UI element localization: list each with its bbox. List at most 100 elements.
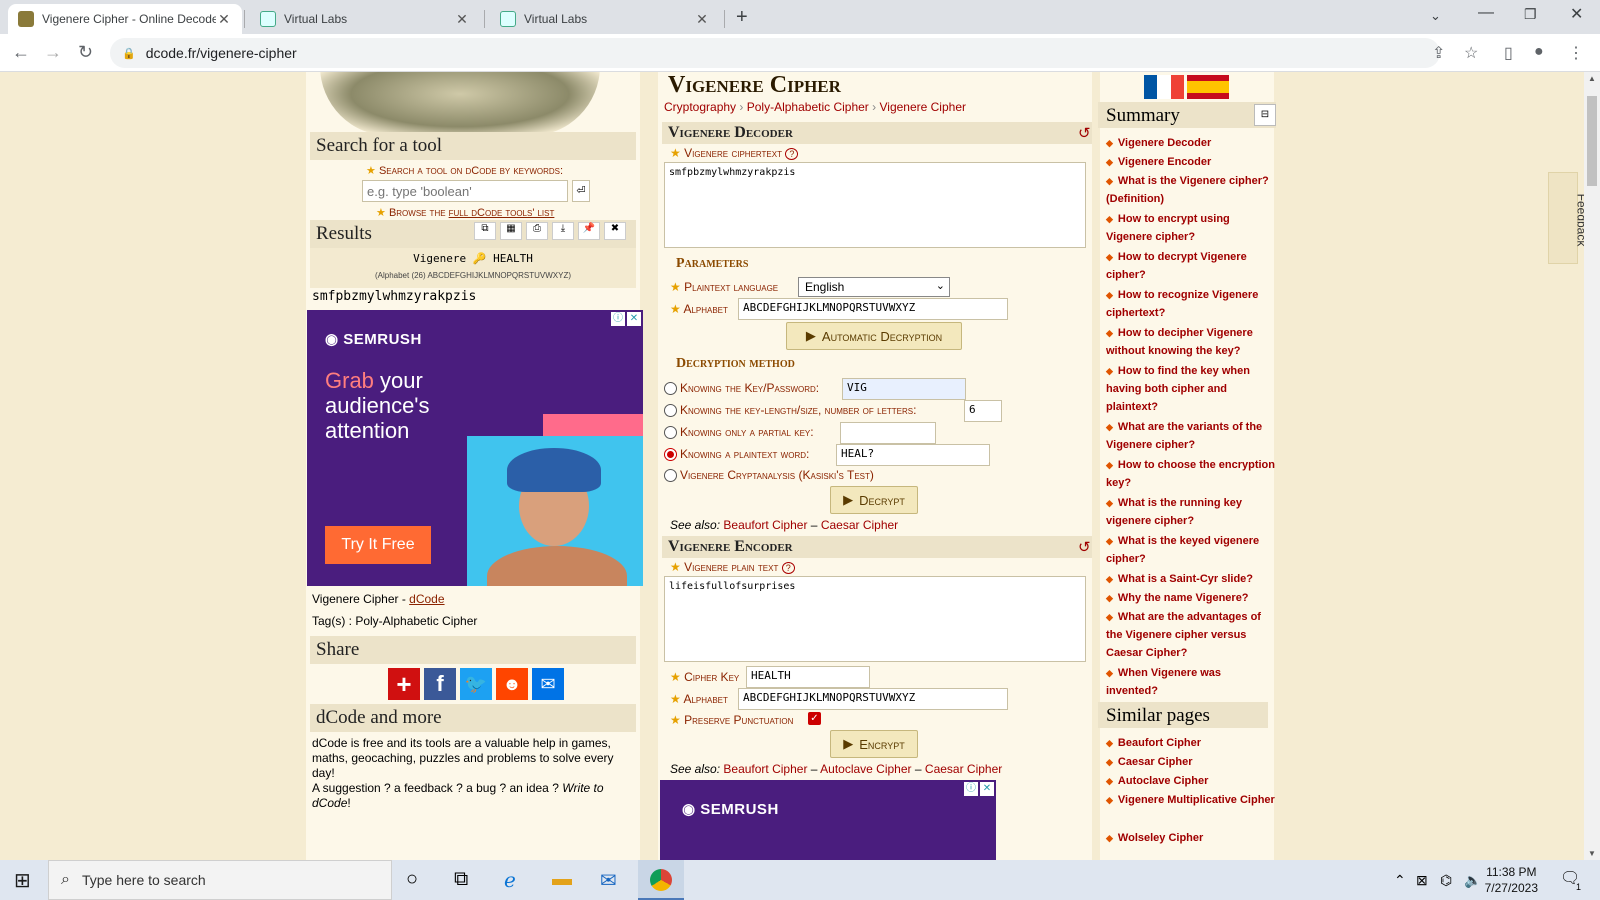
back-icon[interactable]: ← [12, 42, 30, 63]
breadcrumb-vigenere[interactable]: Vigenere Cipher [879, 100, 966, 114]
encrypt-button[interactable]: ▶ Encrypt [830, 730, 918, 758]
breadcrumb-cryptography[interactable]: Cryptography [664, 100, 736, 114]
forward-icon[interactable]: → [44, 42, 62, 63]
summary-link[interactable]: ◆ How to decrypt Vigenere cipher? [1106, 248, 1276, 284]
summary-link[interactable]: ◆ How to recognize Vigenere ciphertext? [1106, 286, 1276, 322]
side-panel-icon[interactable]: ▯ [1504, 43, 1513, 63]
download-icon[interactable]: ⤓ [552, 222, 574, 240]
tab-virtual-labs-2[interactable]: Virtual Labs ✕ [490, 4, 720, 34]
collapse-summary-icon[interactable]: ⊟ [1254, 104, 1276, 126]
expand-icon[interactable]: ▦ [500, 222, 522, 240]
feedback-tab[interactable]: Feedback [1548, 172, 1588, 264]
ad-info-icon[interactable]: ⓘ [964, 782, 978, 796]
summary-link[interactable]: ◆ Why the name Vigenere? [1106, 589, 1276, 607]
plaintext-language-select[interactable]: English ⌄ [798, 277, 950, 297]
email-icon[interactable]: ✉ [532, 668, 564, 700]
tab-search-icon[interactable]: ⌄ [1430, 8, 1441, 24]
scrollbar-thumb[interactable] [1587, 96, 1597, 186]
result-text[interactable]: smfpbzmylwhmzyrakpzis [312, 289, 476, 304]
plain-text-textarea[interactable]: lifeisfullofsurprises [664, 576, 1086, 662]
see-also-autoclave[interactable]: Autoclave Cipher [820, 762, 911, 776]
decrypt-button[interactable]: ▶ Decrypt [830, 486, 918, 514]
cipher-key-input[interactable]: HEALTH [746, 666, 870, 688]
summary-link[interactable]: ◆ How to choose the encryption key? [1106, 456, 1276, 492]
help-icon[interactable]: ? [781, 562, 795, 574]
method-partial-key-radio[interactable] [664, 426, 677, 439]
network-status-icon[interactable]: ⊠ [1416, 872, 1428, 889]
plaintext-word-input[interactable]: HEAL? [836, 444, 990, 466]
close-icon[interactable]: ✕ [694, 11, 710, 28]
task-view-icon[interactable]: ⧉ [454, 868, 468, 891]
scroll-up-icon[interactable]: ▲ [1588, 74, 1596, 83]
summary-link[interactable]: ◆ How to find the key when having both ci… [1106, 362, 1276, 416]
ad-close-icon[interactable]: ✕ [980, 782, 994, 796]
system-clock[interactable]: 11:38 PM 7/27/2023 [1485, 864, 1538, 896]
similar-link[interactable]: ◆ Caesar Cipher [1106, 753, 1276, 771]
tool-search-input[interactable] [362, 180, 568, 202]
taskbar-search-box[interactable]: ⌕ Type here to search [48, 860, 392, 900]
summary-link[interactable]: ◆ How to encrypt using Vigenere cipher? [1106, 210, 1276, 246]
close-icon[interactable]: ✕ [216, 11, 232, 28]
copy-icon[interactable]: ⧉ [474, 222, 496, 240]
breadcrumb-poly-alphabetic[interactable]: Poly-Alphabetic Cipher [747, 100, 869, 114]
reset-decoder-icon[interactable]: ↺ [1078, 124, 1091, 142]
similar-link[interactable]: ◆ Beaufort Cipher [1106, 734, 1276, 752]
tab-vigenere[interactable]: Vigenere Cipher - Online Decode ✕ [8, 4, 242, 34]
tab-virtual-labs-1[interactable]: Virtual Labs ✕ [250, 4, 480, 34]
window-close-icon[interactable]: ✕ [1570, 4, 1583, 24]
method-plaintext-word-radio[interactable] [664, 448, 677, 461]
summary-link[interactable]: ◆ What is a Saint-Cyr slide? [1106, 570, 1276, 588]
help-icon[interactable]: ? [785, 148, 799, 160]
key-input[interactable]: VIG [842, 378, 966, 400]
see-also-beaufort[interactable]: Beaufort Cipher [723, 762, 807, 776]
show-hidden-icons-icon[interactable]: ⌃ [1394, 872, 1406, 889]
spanish-flag-icon[interactable] [1187, 75, 1229, 99]
addthis-icon[interactable]: + [388, 668, 420, 700]
semrush-ad-2[interactable]: ⓘ ✕ ◉ SEMRUSH [660, 780, 996, 860]
encoder-alphabet-input[interactable]: ABCDEFGHIJKLMNOPQRSTUVWXYZ [738, 688, 1008, 710]
bookmark-star-icon[interactable]: ☆ [1464, 43, 1478, 63]
address-bar[interactable]: 🔒 dcode.fr/vigenere-cipher [110, 38, 1440, 68]
summary-link[interactable]: ◆ What is the running key vigenere cipher… [1106, 494, 1276, 530]
see-also-beaufort[interactable]: Beaufort Cipher [723, 518, 807, 532]
similar-link[interactable]: ◆ Vigenere Multiplicative Cipher [1106, 791, 1276, 809]
summary-link[interactable]: ◆ Vigenere Decoder [1106, 134, 1276, 152]
menu-icon[interactable]: ⋮ [1568, 43, 1584, 63]
alphabet-input[interactable]: ABCDEFGHIJKLMNOPQRSTUVWXYZ [738, 298, 1008, 320]
close-results-icon[interactable]: ✖ [604, 222, 626, 240]
french-flag-icon[interactable] [1144, 75, 1184, 99]
mail-icon[interactable]: ✉ [600, 868, 617, 893]
ciphertext-textarea[interactable]: smfpbzmylwhmzyrakpzis [664, 162, 1086, 248]
method-key-radio[interactable] [664, 382, 677, 395]
close-icon[interactable]: ✕ [454, 11, 470, 28]
twitter-icon[interactable]: 🐦 [460, 668, 492, 700]
see-also-caesar[interactable]: Caesar Cipher [821, 518, 898, 532]
volume-icon[interactable]: 🔈 [1464, 872, 1481, 889]
semrush-ad[interactable]: ⓘ ✕ ◉ SEMRUSH Grab your audience's atten… [307, 310, 643, 586]
see-also-caesar[interactable]: Caesar Cipher [925, 762, 1002, 776]
partial-key-input[interactable] [840, 422, 936, 444]
pin-icon[interactable]: 📌 [578, 222, 600, 240]
ad-info-icon[interactable]: ⓘ [611, 312, 625, 326]
print-icon[interactable]: ⎙ [526, 222, 548, 240]
scroll-down-icon[interactable]: ▼ [1588, 849, 1596, 858]
key-length-input[interactable]: 6 [964, 400, 1002, 422]
file-explorer-icon[interactable]: ▬ [552, 868, 572, 891]
profile-icon[interactable]: ● [1534, 43, 1544, 61]
chrome-taskbar-button[interactable] [638, 860, 684, 900]
preserve-punctuation-checkbox[interactable]: ✓ [808, 712, 821, 725]
summary-link[interactable]: ◆ When Vigenere was invented? [1106, 664, 1276, 700]
summary-link[interactable]: ◆ What are the advantages of the Vigenere… [1106, 608, 1276, 662]
try-it-free-button[interactable]: Try It Free [325, 526, 431, 564]
page-scrollbar[interactable]: ▲ ▼ [1584, 72, 1600, 860]
full-tools-list-link[interactable]: full dCode tools' list [449, 207, 555, 219]
minimize-icon[interactable]: — [1478, 4, 1494, 22]
similar-link[interactable]: ◆ Autoclave Cipher [1106, 772, 1276, 790]
summary-link[interactable]: ◆ What is the keyed vigenere cipher? [1106, 532, 1276, 568]
method-kasiski-radio[interactable] [664, 469, 677, 482]
ad-close-icon[interactable]: ✕ [627, 312, 641, 326]
automatic-decryption-button[interactable]: ▶ Automatic Decryption [786, 322, 962, 350]
facebook-icon[interactable]: f [424, 668, 456, 700]
similar-link[interactable]: ◆ Wolseley Cipher [1106, 829, 1276, 847]
share-icon[interactable]: ⇪ [1432, 43, 1445, 63]
